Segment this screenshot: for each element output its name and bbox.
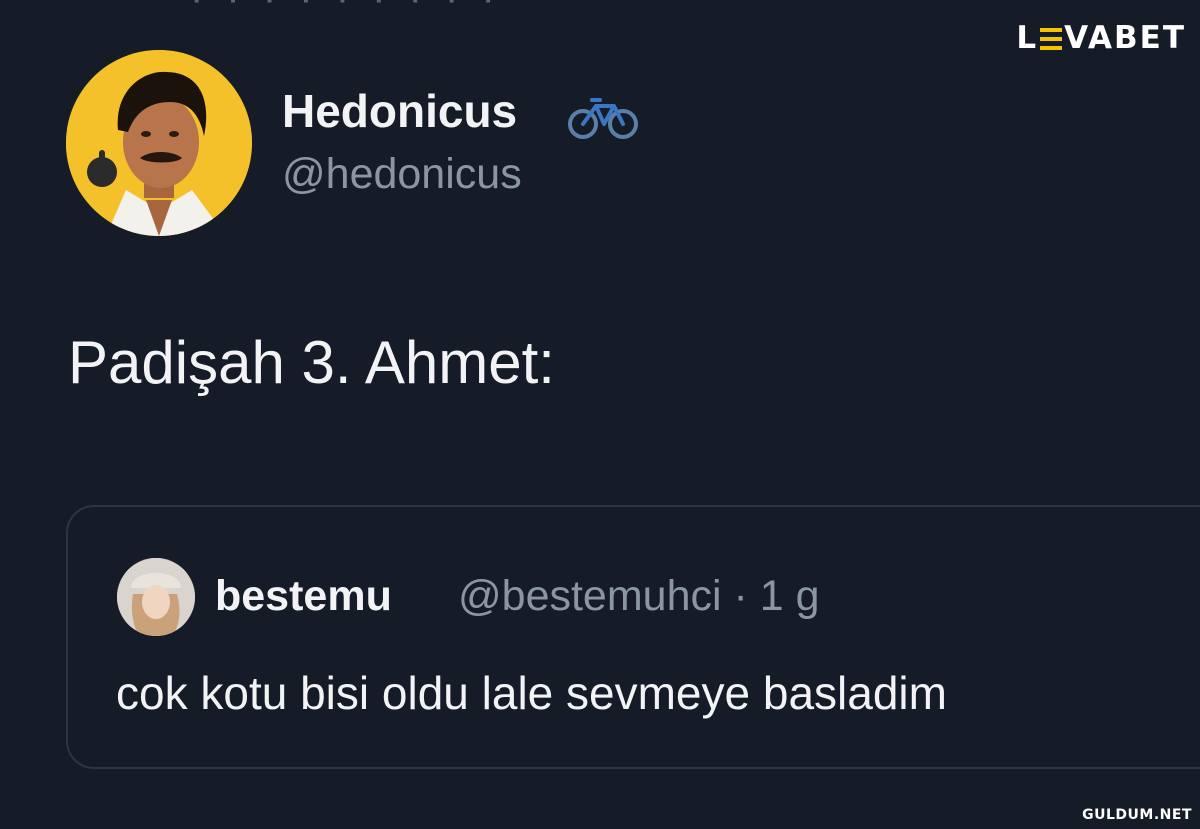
bicycle-icon [568, 98, 638, 139]
quoted-tweet-text: cok kotu bisi oldu lale sevmeye basladim [116, 667, 947, 719]
author-name[interactable]: Hedonicus [282, 84, 517, 138]
author-avatar[interactable] [66, 50, 252, 236]
author-handle[interactable]: @hedonicus [282, 150, 522, 199]
quoted-author-avatar[interactable] [117, 558, 195, 636]
quoted-author-name[interactable]: bestemu [215, 572, 392, 621]
meta-separator: · [733, 572, 748, 620]
site-watermark: GULDUM.NET [1082, 807, 1192, 823]
logo-equals-mark [1040, 28, 1063, 50]
cropped-previous-line: · · · · · · · · · [190, 0, 970, 16]
quoted-author-meta[interactable]: @bestemuhci · 1 g [458, 572, 820, 621]
quoted-avatar-portrait-icon [117, 558, 195, 636]
quoted-tweet-card[interactable] [66, 505, 1200, 769]
quoted-tweet-time[interactable]: 1 g [760, 572, 820, 620]
tweet-text: Padişah 3. Ahmet: [68, 329, 555, 396]
avatar-portrait-icon [66, 50, 252, 236]
levabet-logo: L VABET [1016, 20, 1186, 56]
quoted-author-handle[interactable]: @bestemuhci [458, 572, 722, 620]
